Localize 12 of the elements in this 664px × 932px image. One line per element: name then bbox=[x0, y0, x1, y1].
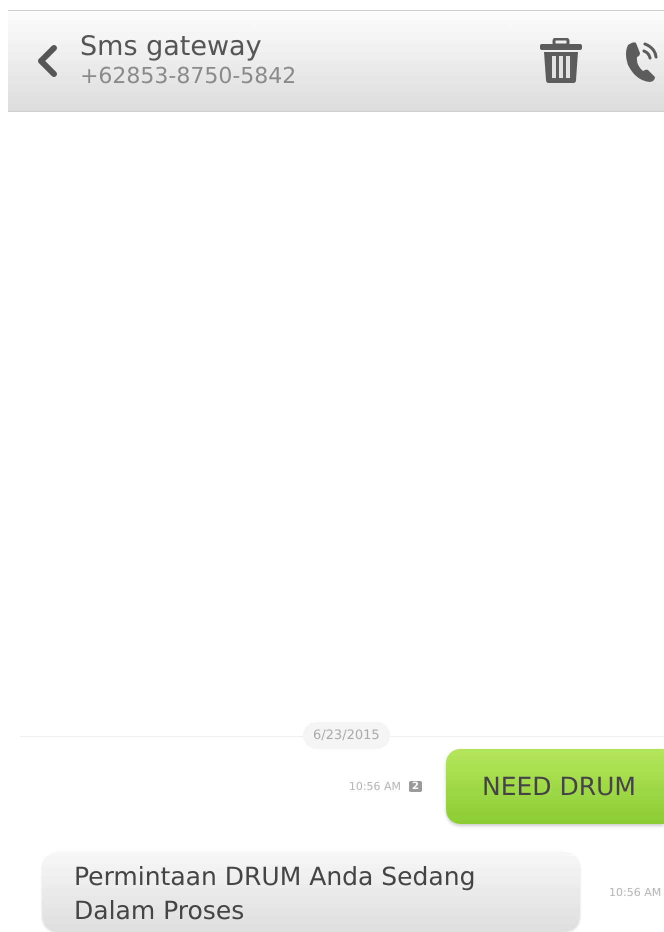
back-button[interactable] bbox=[36, 44, 58, 78]
contact-name: Sms gateway bbox=[80, 31, 263, 63]
back-icon bbox=[36, 44, 58, 78]
trash-icon bbox=[538, 38, 584, 84]
date-label: 6/23/2015 bbox=[303, 722, 390, 749]
delete-button[interactable] bbox=[538, 38, 584, 84]
message-time: 10:56 AM bbox=[609, 886, 662, 898]
received-message-bubble: Permintaan DRUM Anda Sedang Dalam Proses bbox=[42, 852, 580, 932]
message-time: 10:56 AM bbox=[348, 780, 402, 793]
sim-badge: 2 bbox=[409, 781, 422, 792]
sent-message-bubble: NEED DRUM bbox=[446, 749, 664, 824]
phone-number: +62853-8750-5842 bbox=[80, 63, 298, 91]
